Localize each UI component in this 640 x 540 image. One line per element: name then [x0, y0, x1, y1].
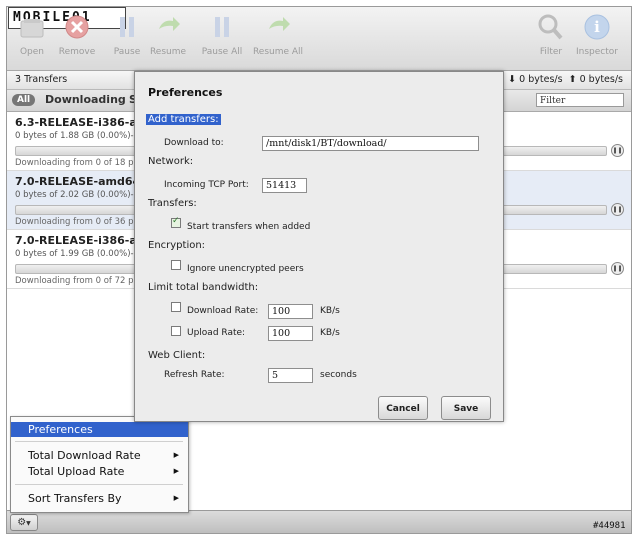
menu-item-total-download-rate[interactable]: Total Download Rate ▶ [11, 448, 188, 463]
pause-all-button[interactable]: Pause All [200, 11, 244, 57]
refresh-rate-field[interactable]: 5 [268, 368, 313, 383]
torrent-peer-status: Downloading from 0 of 36 peers [15, 217, 152, 227]
pause-button[interactable]: Pause [110, 11, 144, 57]
upload-speed: 0 bytes/s [579, 74, 623, 85]
menu-item-label: Total Download Rate [28, 449, 141, 462]
toolbar: MOBILE01 Open Remove Pause Resume Pause … [7, 7, 631, 71]
ignore-unencrypted-checkbox[interactable] [171, 260, 181, 270]
gear-icon: ⚙ [17, 517, 27, 528]
resume-all-icon [261, 11, 295, 43]
menu-item-label: Total Upload Rate [28, 465, 125, 478]
start-when-added-checkbox[interactable] [171, 216, 181, 228]
pause-icon[interactable]: ❚❚ [611, 262, 624, 275]
ignore-unencrypted-label: Ignore unencrypted peers [187, 264, 304, 274]
download-rate-label: Download Rate: [187, 306, 259, 316]
torrent-name: 7.0-RELEASE-i386-all [15, 234, 145, 247]
submenu-arrow-icon: ▶ [173, 494, 179, 502]
open-label: Open [19, 47, 45, 57]
app-window: MOBILE01 Open Remove Pause Resume Pause … [6, 6, 632, 534]
resume-label: Resume [149, 47, 187, 57]
menu-item-total-upload-rate[interactable]: Total Upload Rate ▶ [11, 464, 188, 479]
settings-menu-button[interactable]: ⚙▼ [10, 514, 38, 531]
web-client-header: Web Client: [148, 350, 206, 361]
refresh-rate-unit: seconds [320, 370, 357, 380]
preferences-dialog: Preferences Add transfers: Download to: … [134, 71, 504, 422]
download-speed: 0 bytes/s [519, 74, 563, 85]
chevron-down-icon: ▼ [26, 520, 31, 527]
inspector-label: Inspector [576, 47, 618, 57]
pause-icon[interactable]: ❚❚ [611, 203, 624, 216]
torrent-name: 6.3-RELEASE-i386-all [15, 116, 145, 129]
save-button[interactable]: Save [441, 396, 491, 420]
start-when-added-label: Start transfers when added [187, 222, 311, 232]
open-icon [15, 11, 49, 43]
filter-input[interactable]: Filter [536, 93, 624, 107]
torrent-name: 7.0-RELEASE-amd64-a [15, 175, 153, 188]
remove-label: Remove [58, 47, 96, 57]
open-button[interactable]: Open [15, 11, 49, 57]
bandwidth-header: Limit total bandwidth: [148, 282, 259, 293]
inspector-button[interactable]: i Inspector [573, 11, 621, 57]
upload-rate-checkbox[interactable] [171, 326, 181, 336]
speed-readout: ⬇ 0 bytes/s ⬆ 0 bytes/s [508, 74, 623, 85]
remove-button[interactable]: Remove [57, 11, 97, 57]
pause-all-label: Pause All [201, 47, 243, 57]
submenu-arrow-icon: ▶ [173, 467, 179, 475]
incoming-port-label: Incoming TCP Port: [164, 180, 249, 190]
upload-rate-field[interactable]: 100 [268, 326, 313, 341]
menu-item-preferences[interactable]: Preferences [11, 422, 188, 437]
menu-item-sort-transfers[interactable]: Sort Transfers By ▶ [11, 491, 188, 506]
download-to-label: Download to: [164, 138, 224, 148]
filter-downloading-tab[interactable]: Downloading [45, 93, 126, 106]
dialog-title: Preferences [148, 86, 223, 99]
submenu-arrow-icon: ▶ [173, 451, 179, 459]
magnifier-icon [534, 11, 568, 43]
download-rate-unit: KB/s [320, 306, 340, 316]
transfers-header: Transfers: [148, 198, 197, 209]
network-header: Network: [148, 156, 194, 167]
watermark-id: #44981 [593, 521, 626, 531]
upload-arrow-icon: ⬆ [568, 74, 577, 85]
download-arrow-icon: ⬇ [508, 74, 517, 85]
transfer-count: 3 Transfers [15, 74, 68, 85]
torrent-peer-status: Downloading from 0 of 18 peers [15, 158, 152, 168]
menu-item-label: Preferences [28, 423, 93, 436]
footer-bar: ⚙▼ [7, 510, 631, 533]
refresh-rate-label: Refresh Rate: [164, 370, 225, 380]
filter-all-tab[interactable]: All [12, 94, 36, 106]
upload-rate-label: Upload Rate: [187, 328, 246, 338]
settings-context-menu: Preferences Total Download Rate ▶ Total … [10, 416, 189, 513]
torrent-peer-status: Downloading from 0 of 72 peers [15, 276, 152, 286]
menu-separator [15, 484, 183, 485]
cancel-button[interactable]: Cancel [378, 396, 428, 420]
pause-icon[interactable]: ❚❚ [611, 144, 624, 157]
pause-all-icon [205, 11, 239, 43]
resume-icon [151, 11, 185, 43]
incoming-port-field[interactable]: 51413 [262, 178, 307, 193]
pause-label: Pause [113, 47, 141, 57]
filter-label: Filter [539, 47, 563, 57]
menu-separator [15, 441, 183, 442]
add-transfers-header: Add transfers: [146, 114, 221, 125]
resume-all-label: Resume All [252, 47, 304, 57]
info-icon: i [580, 11, 614, 43]
encryption-header: Encryption: [148, 240, 206, 251]
svg-text:i: i [594, 18, 600, 36]
download-rate-field[interactable]: 100 [268, 304, 313, 319]
resume-button[interactable]: Resume [148, 11, 188, 57]
remove-icon [60, 11, 94, 43]
download-to-field[interactable]: /mnt/disk1/BT/download/ [262, 136, 479, 151]
upload-rate-unit: KB/s [320, 328, 340, 338]
pause-icon [110, 11, 144, 43]
menu-item-label: Sort Transfers By [28, 492, 122, 505]
download-rate-checkbox[interactable] [171, 302, 181, 312]
filter-button[interactable]: Filter [534, 11, 568, 57]
resume-all-button[interactable]: Resume All [250, 11, 306, 57]
